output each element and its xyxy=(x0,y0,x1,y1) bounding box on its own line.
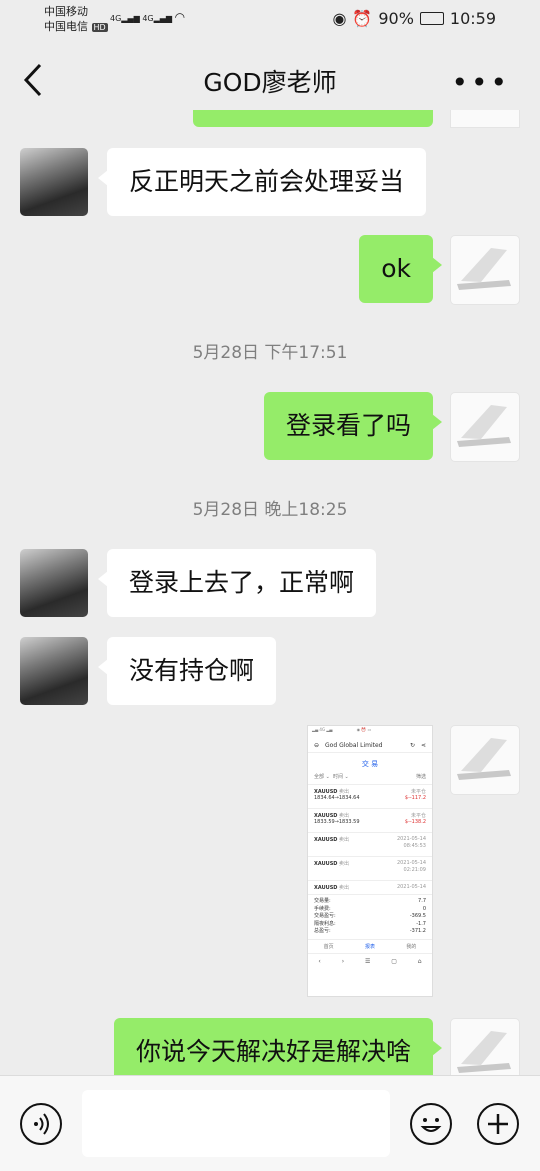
net-type-1: 4G xyxy=(110,14,122,23)
thumb-trade-row: XAUUSD 卖出 未平仓 1833.59→1833.59 $--138.2 xyxy=(308,809,432,833)
thumb-trade-row: XAUUSD 卖出 2021-05-14 xyxy=(308,881,432,895)
thumb-browser-nav: ‹ › ☰ ▢ ⌂ xyxy=(308,952,432,969)
image-message[interactable]: ▂▄ 4G ▂▄ ◉ ⏰ ▭ ⊖ God Global Limited ↻ ⋖ … xyxy=(307,725,433,997)
thumb-title: 交 易 xyxy=(361,760,379,768)
voice-icon xyxy=(34,1113,49,1135)
eye-icon: ◉ xyxy=(332,9,347,28)
partial-bubble xyxy=(193,110,433,127)
partial-avatar xyxy=(450,110,520,128)
input-bar xyxy=(0,1075,540,1171)
message-input[interactable] xyxy=(82,1090,390,1157)
thumb-filter-all: 全部 ⌄ xyxy=(314,774,330,780)
battery-icon xyxy=(419,12,444,25)
status-right: ◉ ⏰ 90% 10:59 xyxy=(332,9,496,28)
message-bubble[interactable]: 反正明天之前会处理妥当 xyxy=(97,148,427,216)
wifi-icon: ◠ xyxy=(174,10,186,24)
laptop-icon xyxy=(457,738,511,780)
thumb-trade-row: XAUUSD 卖出 2021-05-14 08:45:53 xyxy=(308,833,432,857)
emoji-button[interactable] xyxy=(410,1103,452,1145)
signal-indicators: 4G▂▄▆ 4G▂▄▆ ◠ xyxy=(110,10,185,24)
timestamp: 5月28日 晚上18:25 xyxy=(192,500,348,520)
carrier-2: 中国电信 xyxy=(44,20,88,33)
contact-avatar[interactable] xyxy=(20,549,88,617)
carrier-1: 中国移动 xyxy=(44,5,88,18)
thumb-app-name: God Global Limited xyxy=(325,741,383,749)
thumb-trade-row: XAUUSD 卖出 2021-05-14 02:21:09 xyxy=(308,857,432,881)
message-bubble[interactable]: 登录上去了，正常啊 xyxy=(97,549,377,617)
alarm-icon: ⏰ xyxy=(352,9,373,28)
thumb-statusbar: ▂▄ 4G ▂▄ ◉ ⏰ ▭ xyxy=(312,727,372,732)
message-bubble[interactable]: 登录看了吗 xyxy=(263,392,443,460)
thumb-tabbar: 首页 报表 我的 xyxy=(308,938,432,953)
status-bar: 中国移动 中国电信 HD 4G▂▄▆ 4G▂▄▆ ◠ ◉ ⏰ 90% 10:59 xyxy=(0,0,540,40)
thumb-summary: 交易量: 7.7 手续费: 0 交易盈亏: -369.5 隔夜利息: -1.7 总盈亏:… xyxy=(314,898,426,934)
battery-percent: 90% xyxy=(378,9,414,28)
more-icon[interactable]: ••• xyxy=(451,66,510,99)
my-avatar[interactable] xyxy=(450,235,520,305)
clock: 10:59 xyxy=(449,9,496,28)
thumb-back-icon: ⊖ xyxy=(314,741,320,749)
plus-icon xyxy=(488,1114,508,1134)
my-avatar[interactable] xyxy=(450,392,520,462)
emoji-icon xyxy=(420,1118,442,1132)
add-button[interactable] xyxy=(477,1103,519,1145)
laptop-icon xyxy=(457,1031,511,1073)
net-type-2: 4G xyxy=(142,14,154,23)
signal-icon: ▂▄▆ xyxy=(153,14,173,23)
thumb-filter-time: 时间 ⌄ xyxy=(332,774,349,780)
chat-header: GOD廖老师 ••• xyxy=(0,40,540,120)
thumb-share-icon: ⋖ xyxy=(420,741,426,749)
my-avatar[interactable] xyxy=(450,1018,520,1075)
thumb-refresh-icon: ↻ xyxy=(409,741,415,749)
message-bubble[interactable]: 你说今天解决好是解决啥 xyxy=(113,1018,443,1075)
laptop-icon xyxy=(457,405,511,447)
contact-avatar[interactable] xyxy=(20,148,88,216)
signal-icon: ▂▄▆ xyxy=(121,14,140,23)
message-list[interactable]: 反正明天之前会处理妥当 ok 5月28日 下午17:51 登录看了吗 5月28日… xyxy=(0,110,540,1075)
hd-badge: HD xyxy=(91,23,108,32)
my-avatar[interactable] xyxy=(450,725,520,795)
message-bubble[interactable]: ok xyxy=(359,235,442,303)
thumb-appbar: ⊖ God Global Limited ↻ ⋖ xyxy=(308,738,432,753)
message-bubble[interactable]: 没有持仓啊 xyxy=(97,637,277,705)
laptop-icon xyxy=(457,248,511,290)
timestamp: 5月28日 下午17:51 xyxy=(192,343,348,363)
voice-button[interactable] xyxy=(20,1103,62,1145)
contact-avatar[interactable] xyxy=(20,637,88,705)
thumb-filter-right: 筛选 xyxy=(415,774,426,780)
thumb-trade-row: XAUUSD 卖出 未平仓 1834.64→1834.64 $--117.2 xyxy=(308,785,432,809)
thumb-filter: 全部 ⌄ 时间 ⌄ 筛选 xyxy=(308,773,432,785)
carrier-info: 中国移动 中国电信 HD xyxy=(44,4,108,35)
